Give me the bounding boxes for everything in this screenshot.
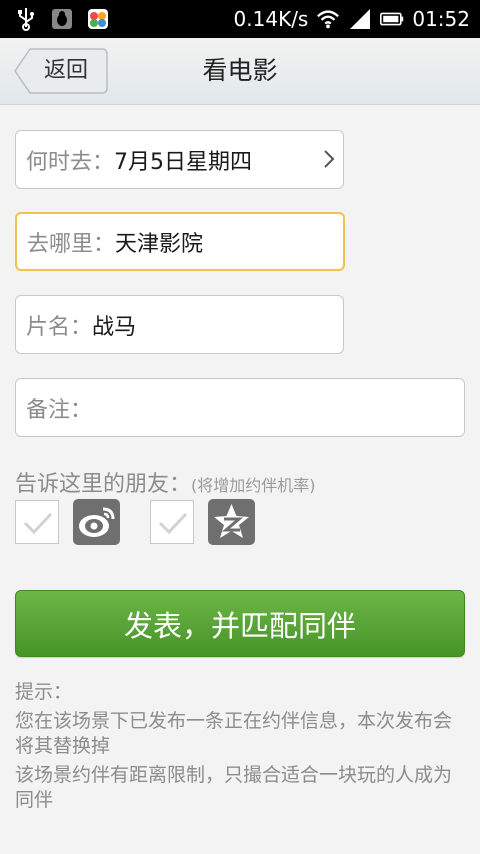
app-notification-icon bbox=[86, 7, 110, 31]
debug-bug-icon bbox=[50, 7, 74, 31]
movie-field[interactable]: 片名： 战马 bbox=[15, 295, 344, 354]
usb-icon bbox=[14, 7, 38, 31]
battery-icon bbox=[380, 7, 404, 31]
share-heading: 告诉这里的朋友：(将增加约伴机率) bbox=[15, 466, 316, 498]
when-label: 何时去： bbox=[26, 149, 115, 175]
share-hint: (将增加约伴机率) bbox=[191, 476, 316, 495]
tips-title: 提示： bbox=[15, 681, 73, 703]
share-label: 告诉这里的朋友： bbox=[15, 472, 192, 497]
tip-line-1: 您在该场景下已发布一条正在约伴信息，本次发布会将其替换掉 bbox=[15, 710, 453, 757]
chevron-right-icon bbox=[323, 149, 335, 175]
qzone-icon bbox=[208, 499, 255, 545]
when-value: 7月5日星期四 bbox=[114, 149, 253, 175]
status-bar: 0.14K/s 01:52 bbox=[0, 0, 480, 38]
weibo-share-checkbox[interactable] bbox=[15, 500, 59, 544]
note-field[interactable]: 备注： bbox=[15, 378, 465, 437]
sina-weibo-icon bbox=[73, 499, 120, 545]
movie-value: 战马 bbox=[92, 314, 137, 340]
when-field[interactable]: 何时去： 7月5日星期四 bbox=[15, 130, 344, 189]
tip-line-2: 该场景约伴有距离限制，只撮合适合一块玩的人成为同伴 bbox=[15, 764, 453, 811]
qzone-share-checkbox[interactable] bbox=[150, 500, 194, 544]
where-value: 天津影院 bbox=[115, 231, 204, 257]
title-bar: 看电影 返回 bbox=[0, 38, 480, 105]
tips-section: 提示： 您在该场景下已发布一条正在约伴信息，本次发布会将其替换掉 该场景约伴有距… bbox=[15, 680, 465, 817]
signal-icon bbox=[348, 7, 372, 31]
back-button-label: 返回 bbox=[44, 58, 89, 83]
clock: 01:52 bbox=[412, 7, 470, 31]
wifi-icon bbox=[316, 7, 340, 31]
network-speed: 0.14K/s bbox=[233, 7, 309, 31]
publish-and-match-button[interactable]: 发表，并匹配同伴 bbox=[15, 590, 465, 657]
movie-label: 片名： bbox=[26, 314, 93, 340]
where-field[interactable]: 去哪里： 天津影院 bbox=[15, 212, 345, 271]
where-label: 去哪里： bbox=[27, 231, 116, 257]
note-label: 备注： bbox=[26, 397, 93, 423]
back-button[interactable]: 返回 bbox=[14, 48, 108, 94]
